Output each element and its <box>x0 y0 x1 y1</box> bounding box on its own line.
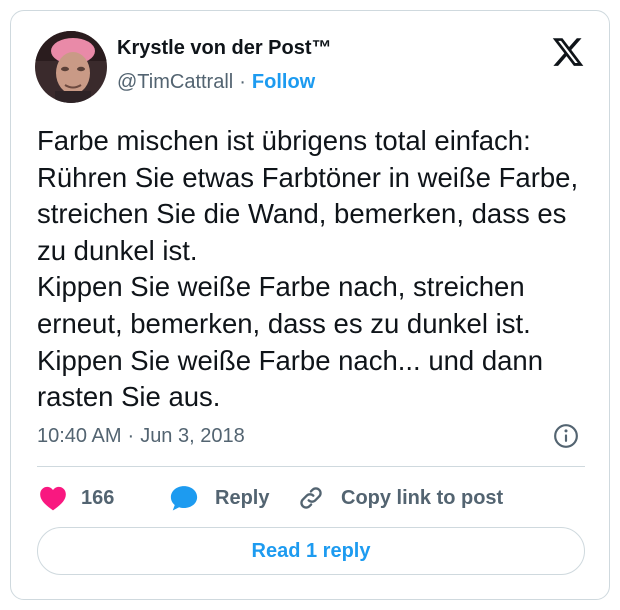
speech-bubble-icon <box>170 486 198 511</box>
tweet-paragraph: Kippen Sie weiße Farbe nach, streichen e… <box>37 271 531 339</box>
author-display-name[interactable]: Krystle von der Post™ <box>117 37 332 60</box>
reply-label: Reply <box>215 486 270 509</box>
tweet-paragraph: Kippen Sie weiße Farbe nach... und dann … <box>37 344 544 413</box>
timestamp-row[interactable]: 10:40 AM · Jun 3, 2018 <box>37 425 245 448</box>
read-replies-button[interactable]: Read 1 reply <box>37 527 585 575</box>
divider <box>37 466 585 467</box>
author-handle-row: @TimCattrall · Follow <box>117 71 315 94</box>
copy-link-label: Copy link to post <box>341 486 504 509</box>
follow-link[interactable]: Follow <box>252 71 315 93</box>
read-replies-label: Read 1 reply <box>251 539 371 562</box>
info-icon[interactable] <box>553 423 579 449</box>
avatar[interactable] <box>35 31 107 103</box>
tweet-card: Krystle von der Post™ @TimCattrall · Follo… <box>10 10 610 600</box>
tweet-paragraph: Farbe mischen ist übrigens total einfach… <box>37 125 579 266</box>
like-count: 166 <box>81 486 115 509</box>
tweet-text: Farbe mischen ist übrigens total einfach… <box>37 123 597 416</box>
author-handle[interactable]: @TimCattrall <box>117 71 233 93</box>
timestamp-separator: · <box>127 425 135 447</box>
x-logo-icon[interactable] <box>551 35 585 69</box>
heart-icon <box>40 486 66 511</box>
link-icon <box>300 487 322 509</box>
tweet-time: 10:40 AM <box>37 425 122 447</box>
tweet-date: Jun 3, 2018 <box>140 425 245 447</box>
reply-button[interactable]: Reply <box>169 483 269 513</box>
handle-separator: · <box>239 71 246 93</box>
like-button[interactable]: 166 <box>39 483 114 513</box>
avatar-image <box>35 31 107 103</box>
copy-link-button[interactable]: Copy link to post <box>297 483 503 513</box>
